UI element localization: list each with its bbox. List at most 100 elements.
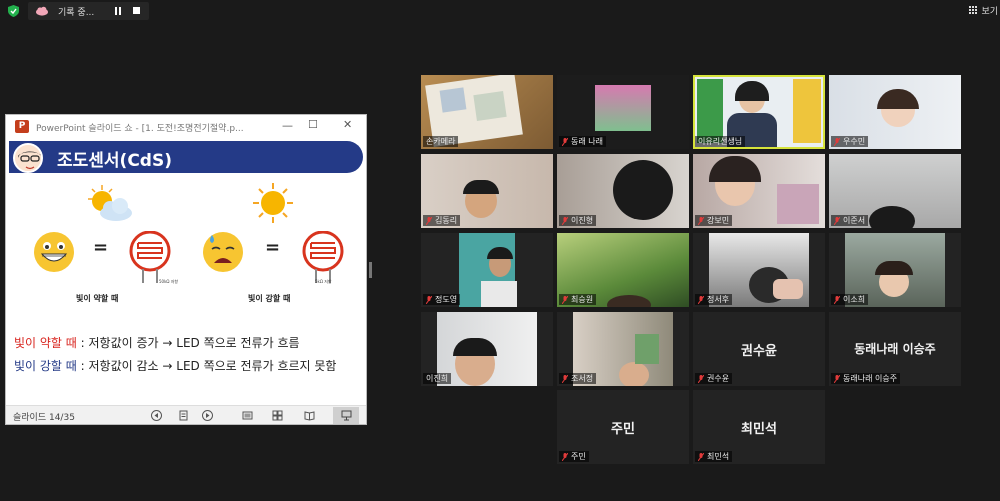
video-tile-no-video[interactable]: 권수윤 권수윤: [693, 312, 825, 386]
cds-sensor-icon-2: [302, 231, 344, 283]
muted-mic-icon: [562, 216, 568, 225]
participant-name-tag: 손카메라: [423, 136, 459, 147]
video-tile-no-video[interactable]: 최민석 최민석: [693, 390, 825, 464]
muted-mic-icon: [562, 295, 568, 304]
video-tile[interactable]: 우수민: [829, 75, 961, 149]
equals-sign-2: =: [265, 237, 281, 258]
previous-slide-icon[interactable]: [151, 410, 162, 421]
muted-mic-icon: [698, 452, 704, 461]
slide-line-1-text: : 저항값이 증가 → LED 쪽으로 전류가 흐름: [76, 336, 300, 350]
normal-view-icon[interactable]: [242, 410, 253, 421]
close-icon[interactable]: ✕: [343, 118, 352, 131]
video-tile[interactable]: 조서정: [557, 312, 689, 386]
view-label: 보기: [981, 6, 998, 17]
recording-label: 기록 중...: [58, 8, 95, 18]
muted-mic-icon: [698, 295, 704, 304]
tired-face-icon: [203, 232, 243, 272]
slide-line-1-highlight: 빛이 약할 때: [14, 336, 77, 350]
participant-name-tag: 정도영: [423, 294, 461, 305]
split-view-drag-handle[interactable]: [369, 262, 372, 278]
teacher-avatar: [13, 143, 43, 173]
slide-counter: 슬라이드 14/35: [13, 413, 75, 423]
participant-display-name: 최민석: [741, 422, 777, 437]
left-caption: 빛이 약할 때: [76, 294, 119, 303]
slide-sorter-icon[interactable]: [272, 410, 283, 421]
participant-name-tag: 이소희: [831, 294, 869, 305]
video-tile[interactable]: 김동리: [421, 154, 553, 228]
pause-recording-icon[interactable]: [114, 7, 122, 15]
muted-mic-icon: [698, 216, 704, 225]
video-tile-no-video[interactable]: 동래나래 이승주 동래나래 이승주: [829, 312, 961, 386]
participant-display-name: 동래나래 이승주: [854, 342, 936, 356]
grid-view-icon: [969, 5, 978, 15]
slide-title: 조도센서(CdS): [57, 151, 172, 171]
muted-mic-icon: [562, 137, 568, 146]
slide-menu-icon[interactable]: [178, 410, 189, 421]
muted-mic-icon: [834, 137, 840, 146]
recording-indicator: 기록 중...: [28, 2, 149, 20]
video-tile[interactable]: 손카메라: [421, 75, 553, 149]
video-tile[interactable]: 강보민: [693, 154, 825, 228]
cloud-icon: [36, 6, 48, 16]
video-tile-no-video[interactable]: 주민 주민: [557, 390, 689, 464]
slide-canvas[interactable]: 조도센서(CdS) = 50kΩ 저항 = 5kΩ 저항 빛이 약할 때 빛이 …: [6, 138, 366, 405]
powerpoint-logo-icon: P: [15, 120, 29, 133]
participant-name-tag: 조서정: [559, 373, 597, 384]
equals-sign: =: [93, 237, 109, 258]
video-tile[interactable]: 정도영: [421, 233, 553, 307]
right-resistance-label: 5kΩ 저항: [315, 279, 332, 284]
participant-name-tag: 동래나래 이승주: [831, 373, 901, 384]
maximize-icon[interactable]: ☐: [308, 118, 318, 131]
participant-display-name: 주민: [611, 422, 635, 437]
participant-name-tag: 동래 나래: [559, 136, 606, 147]
participant-name-tag: 최승원: [559, 294, 597, 305]
video-tile[interactable]: 이진형: [557, 154, 689, 228]
slide-title-banner: 조도센서(CdS): [9, 141, 363, 173]
video-tile[interactable]: 이소희: [829, 233, 961, 307]
reading-view-icon[interactable]: [304, 410, 315, 421]
participant-name-tag: 우수민: [831, 136, 869, 147]
video-tile-active-speaker[interactable]: 이유리선생님: [693, 75, 825, 149]
slide-line-2: 빛이 강할 때 : 저항값이 감소 → LED 쪽으로 전류가 흐르지 못함: [14, 357, 336, 374]
powerpoint-slideshow-window: P PowerPoint 슬라이드 쇼 - [1. 도전!조명전기절약.p...…: [5, 114, 367, 425]
slideshow-icon: [341, 410, 352, 421]
muted-mic-icon: [834, 216, 840, 225]
video-tile[interactable]: 이준서: [829, 154, 961, 228]
shield-icon[interactable]: [8, 5, 19, 17]
minimize-icon[interactable]: —: [282, 119, 293, 132]
grinning-face-icon: [34, 232, 74, 272]
participant-name-tag: 이준서: [831, 215, 869, 226]
stop-recording-icon[interactable]: [133, 7, 140, 14]
zoom-meeting-window: 기록 중... 보기 P PowerPoint 슬라이드 쇼 - [1. 도전!…: [0, 0, 1000, 501]
next-slide-icon[interactable]: [202, 410, 213, 421]
participant-name-tag: 권수윤: [695, 373, 733, 384]
muted-mic-icon: [426, 295, 432, 304]
slideshow-view-button[interactable]: [333, 407, 359, 424]
muted-mic-icon: [426, 216, 432, 225]
participant-name-tag: 주민: [559, 451, 589, 462]
video-tile[interactable]: 정서후: [693, 233, 825, 307]
video-tile[interactable]: 이진희: [421, 312, 553, 386]
muted-mic-icon: [834, 374, 840, 383]
participant-name-tag: 정서후: [695, 294, 733, 305]
video-tile[interactable]: 동래 나래: [557, 75, 689, 149]
participant-name-tag: 강보민: [695, 215, 733, 226]
view-button[interactable]: 보기: [969, 3, 998, 17]
participant-name-tag: 이유리선생님: [695, 136, 746, 147]
muted-mic-icon: [562, 374, 568, 383]
right-caption: 빛이 강할 때: [248, 294, 291, 303]
slide-line-2-text: : 저항값이 감소 → LED 쪽으로 전류가 흐르지 못함: [76, 359, 337, 373]
participant-name-tag: 최민석: [695, 451, 733, 462]
top-bar: 기록 중... 보기: [0, 0, 1000, 22]
ppt-status-bar: 슬라이드 14/35: [6, 405, 366, 424]
sun-cloud-icon: [88, 185, 132, 221]
slide-line-2-highlight: 빛이 강할 때: [14, 359, 77, 373]
muted-mic-icon: [562, 452, 568, 461]
ppt-titlebar: P PowerPoint 슬라이드 쇼 - [1. 도전!조명전기절약.p...…: [6, 115, 366, 138]
participant-display-name: 권수윤: [741, 344, 777, 359]
participant-name-tag: 이진형: [559, 215, 597, 226]
video-tile[interactable]: 최승원: [557, 233, 689, 307]
participant-name-tag: 김동리: [423, 215, 461, 226]
sun-icon: [253, 183, 293, 223]
muted-mic-icon: [834, 295, 840, 304]
